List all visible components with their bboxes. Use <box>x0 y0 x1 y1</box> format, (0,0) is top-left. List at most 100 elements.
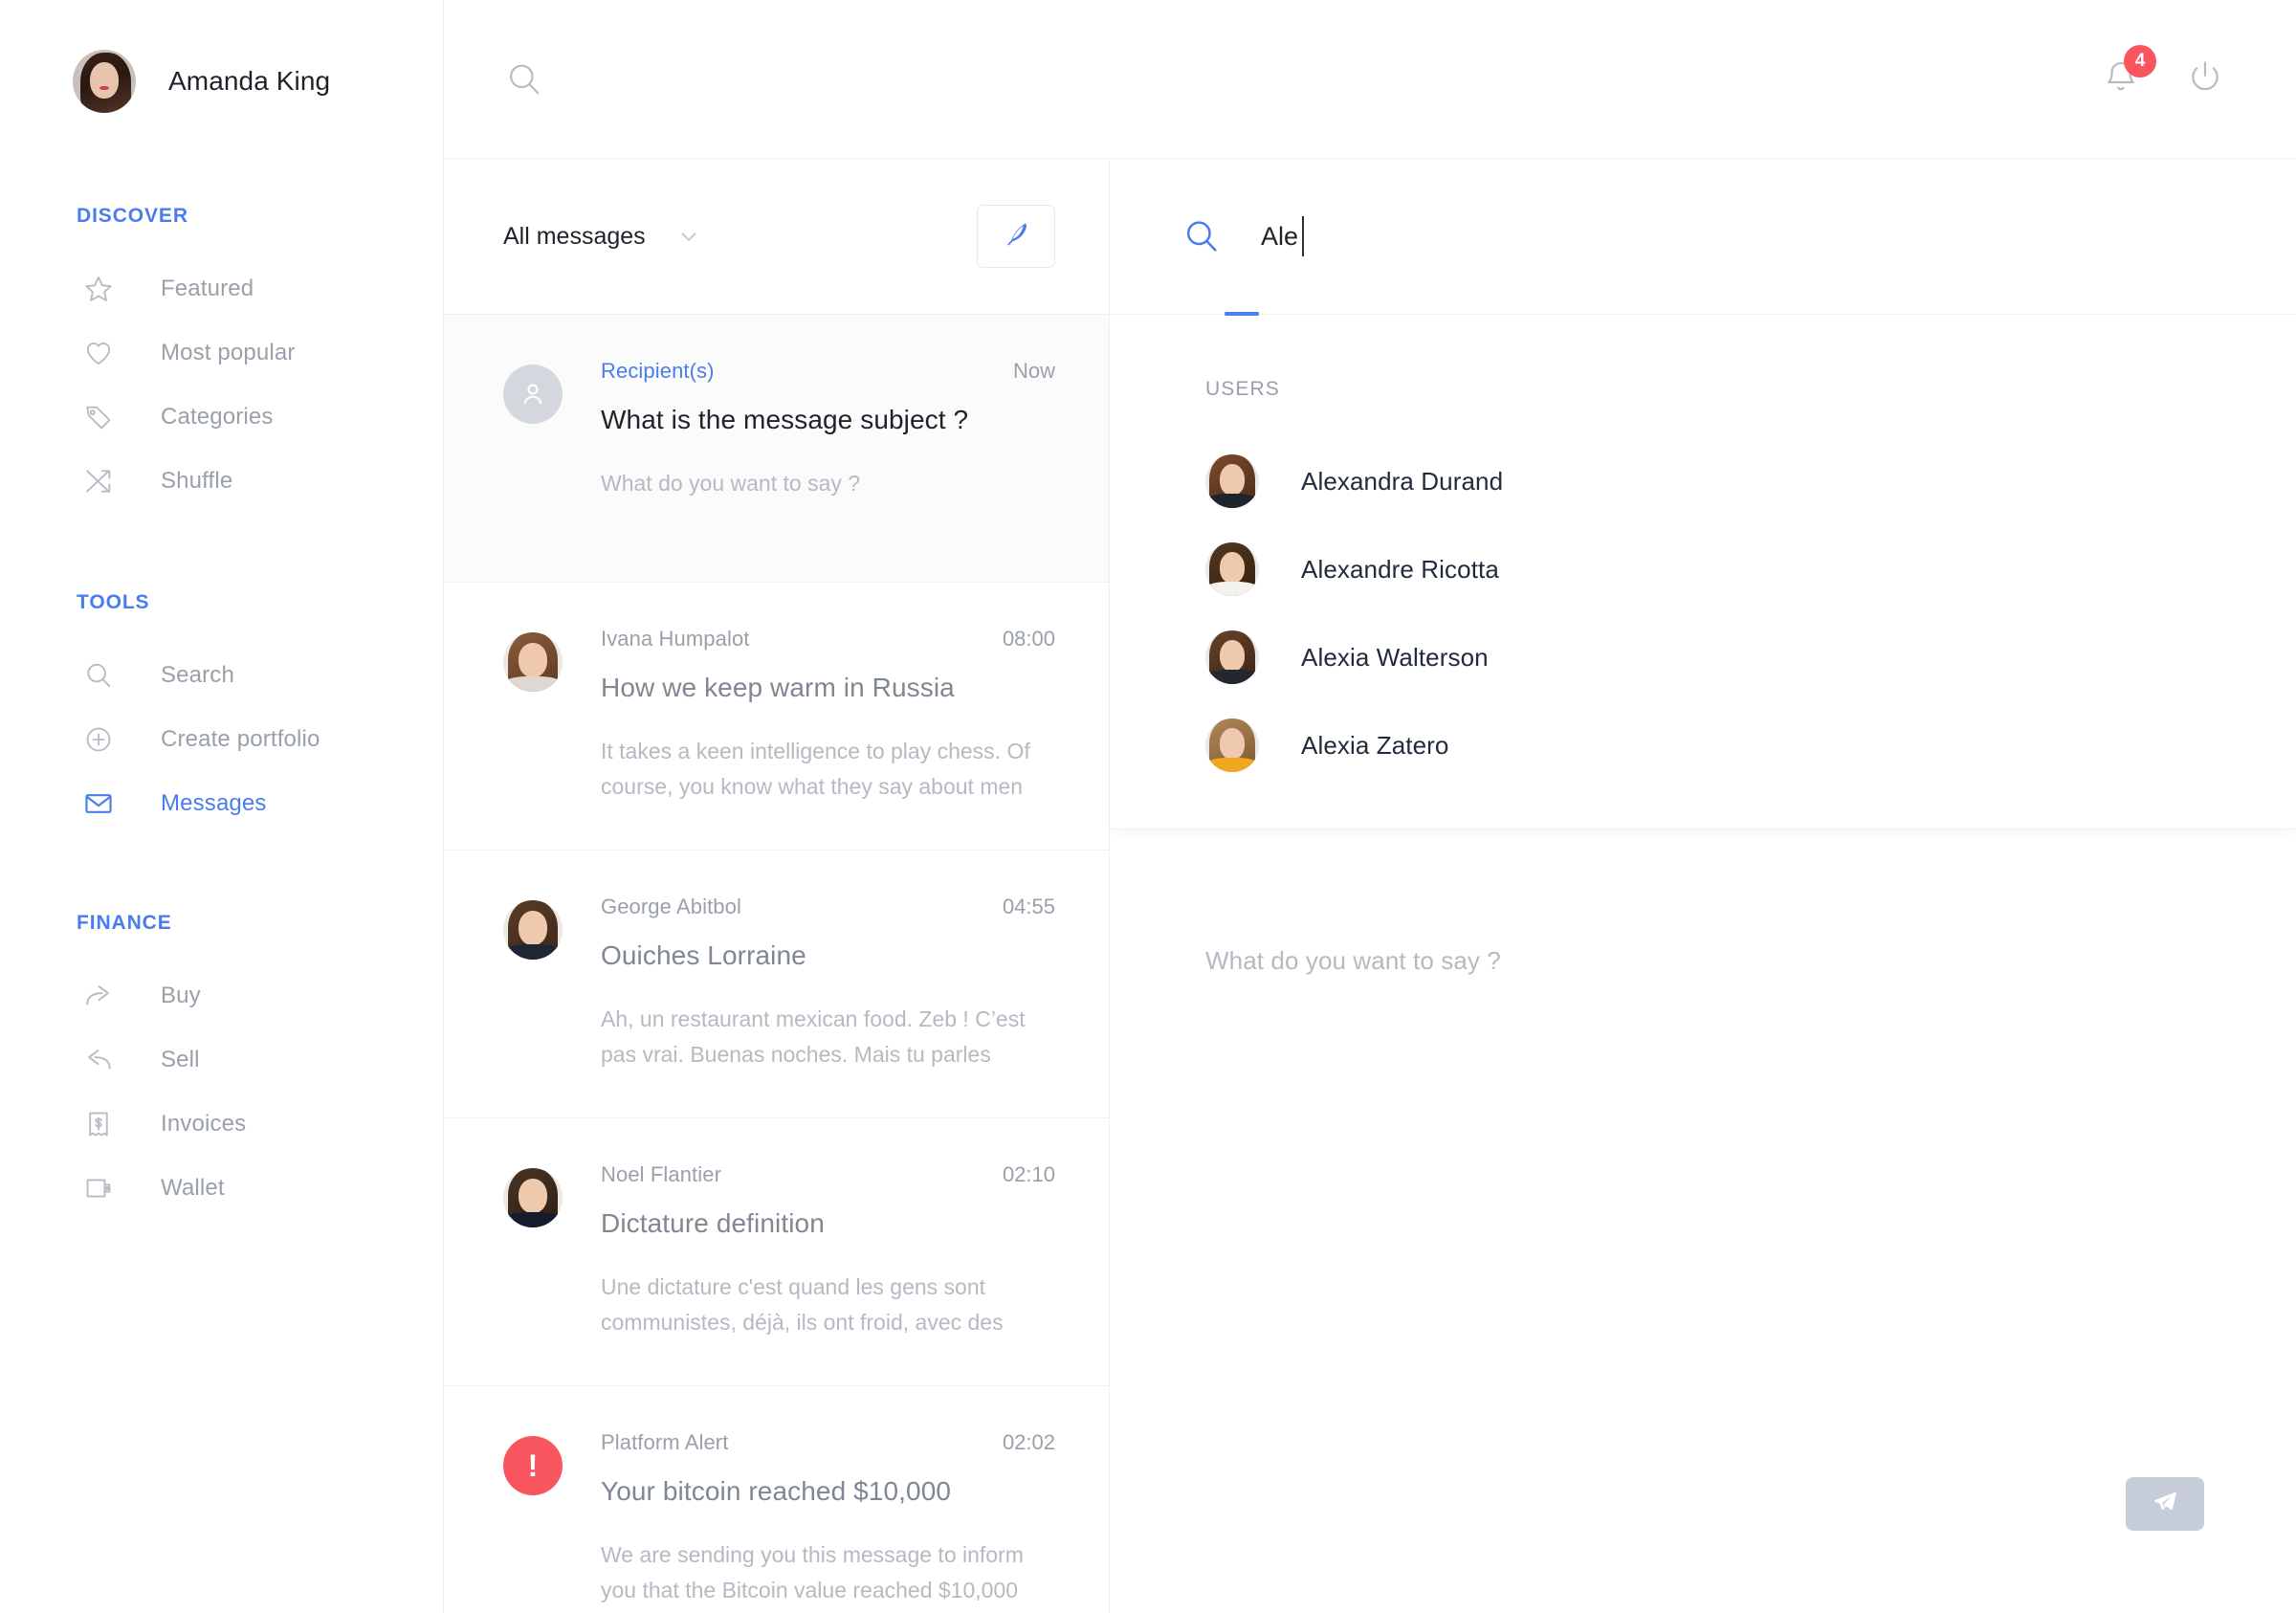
heart-icon <box>80 335 117 371</box>
search-focus-underline <box>1225 312 1259 316</box>
sidebar: Amanda King DISCOVER Featured Most popul… <box>0 0 444 1613</box>
message-body: Recipient(s) Now What is the message sub… <box>601 359 1055 541</box>
search-icon <box>80 657 117 694</box>
send-button[interactable] <box>2126 1477 2204 1531</box>
sidebar-group-discover: DISCOVER Featured Most popular Categorie… <box>0 205 443 513</box>
notifications-button[interactable]: 4 <box>2103 45 2156 99</box>
arrow-forward-icon <box>80 978 117 1014</box>
message-sender: Noel Flantier <box>601 1162 722 1186</box>
sidebar-item-featured[interactable]: Featured <box>0 256 443 320</box>
message-meta: Platform Alert 02:02 <box>601 1430 1055 1455</box>
message-meta: George Abitbol 04:55 <box>601 895 1055 919</box>
message-subject: Dictature definition <box>601 1208 825 1238</box>
message-subject: How we keep warm in Russia <box>601 673 955 702</box>
message-subject: Ouiches Lorraine <box>601 940 806 970</box>
message-body: Ivana Humpalot 08:00 How we keep warm in… <box>601 627 1055 809</box>
message-preview: What do you want to say ? <box>601 471 861 496</box>
recipient-search-input[interactable]: Ale <box>1261 216 1305 256</box>
message-body: George Abitbol 04:55 Ouiches Lorraine Ah… <box>601 895 1055 1077</box>
content-area: All messages Recipient(s) Now What is th… <box>444 159 2296 1613</box>
sidebar-item-label: Buy <box>161 982 201 1008</box>
message-body: Platform Alert 02:02 Your bitcoin reache… <box>601 1430 1055 1613</box>
message-list-item[interactable]: Recipient(s) Now What is the message sub… <box>444 315 1109 583</box>
message-time: 08:00 <box>1002 627 1055 651</box>
compose-message-button[interactable] <box>977 205 1055 268</box>
sidebar-item-label: Most popular <box>161 339 296 365</box>
sidebar-group-title: TOOLS <box>77 591 150 613</box>
sidebar-group-tools: TOOLS Search Create portfolio Messages <box>0 591 443 835</box>
global-search-button[interactable] <box>505 55 543 103</box>
bell-icon <box>2103 61 2139 99</box>
message-list-item[interactable]: Noel Flantier 02:10 Dictature definition… <box>444 1118 1109 1386</box>
message-list-header: All messages <box>444 159 1109 315</box>
message-list-item[interactable]: George Abitbol 04:55 Ouiches Lorraine Ah… <box>444 851 1109 1118</box>
sidebar-group-title: DISCOVER <box>77 205 188 227</box>
messages-filter-dropdown[interactable]: All messages <box>503 223 701 251</box>
user-suggestion-item[interactable]: Alexandra Durand <box>1205 437 2296 525</box>
tag-icon <box>80 399 117 435</box>
message-sender: Recipient(s) <box>601 359 715 383</box>
avatar <box>503 1168 563 1227</box>
sidebar-item-label: Create portfolio <box>161 725 320 752</box>
user-suggestion-item[interactable]: Alexandre Ricotta <box>1205 525 2296 613</box>
search-icon <box>1182 217 1221 255</box>
profile-name: Amanda King <box>168 66 331 96</box>
sidebar-item-categories[interactable]: Categories <box>0 385 443 449</box>
message-sender: Ivana Humpalot <box>601 627 750 651</box>
avatar <box>503 900 563 960</box>
avatar <box>1205 630 1259 684</box>
user-suggestion-item[interactable]: Alexia Walterson <box>1205 613 2296 701</box>
power-icon <box>2187 61 2223 99</box>
user-suggestions-dropdown: USERS Alexandra Durand Alexandre Ricotta… <box>1110 315 2296 829</box>
avatar <box>1205 542 1259 596</box>
compose-column: Ale USERS Alexandra Durand Alexandre Ric… <box>1110 159 2296 1613</box>
sidebar-item-label: Search <box>161 661 234 688</box>
app-root: Amanda King DISCOVER Featured Most popul… <box>0 0 2296 1613</box>
top-bar-actions: 4 <box>2103 45 2242 99</box>
message-meta: Noel Flantier 02:10 <box>601 1162 1055 1187</box>
message-meta: Ivana Humpalot 08:00 <box>601 627 1055 652</box>
sidebar-item-label: Invoices <box>161 1110 247 1137</box>
sidebar-item-messages[interactable]: Messages <box>0 771 443 835</box>
user-suggestion-name: Alexandre Ricotta <box>1301 554 1499 584</box>
message-time: 04:55 <box>1002 895 1055 918</box>
sidebar-item-create-portfolio[interactable]: Create portfolio <box>0 707 443 771</box>
shuffle-icon <box>80 463 117 499</box>
message-subject: What is the message subject ? <box>601 405 969 434</box>
top-bar: 4 <box>444 0 2296 159</box>
message-compose-area[interactable]: What do you want to say ? <box>1110 829 2296 1613</box>
chevron-down-icon <box>676 224 701 249</box>
alert-icon: ! <box>503 1436 563 1495</box>
sidebar-item-buy[interactable]: Buy <box>0 963 443 1027</box>
sidebar-item-label: Messages <box>161 789 267 816</box>
sidebar-item-sell[interactable]: Sell <box>0 1027 443 1092</box>
feather-icon <box>1002 220 1030 254</box>
message-time: 02:10 <box>1002 1162 1055 1186</box>
message-preview: Ah, un restaurant mexican food. Zeb ! C’… <box>601 1006 1026 1068</box>
envelope-icon <box>80 785 117 822</box>
text-caret <box>1302 216 1305 256</box>
message-list-item[interactable]: Ivana Humpalot 08:00 How we keep warm in… <box>444 583 1109 851</box>
recipient-search-bar[interactable]: Ale <box>1110 159 2296 316</box>
sidebar-item-shuffle[interactable]: Shuffle <box>0 449 443 513</box>
recipient-search-value: Ale <box>1261 221 1299 251</box>
user-suggestion-name: Alexia Walterson <box>1301 642 1489 672</box>
avatar <box>73 50 136 113</box>
sidebar-item-label: Featured <box>161 275 254 301</box>
sidebar-item-label: Shuffle <box>161 467 233 494</box>
sidebar-item-label: Categories <box>161 403 274 430</box>
star-icon <box>80 271 117 307</box>
message-list-item[interactable]: ! Platform Alert 02:02 Your bitcoin reac… <box>444 1386 1109 1613</box>
sidebar-item-wallet[interactable]: Wallet <box>0 1156 443 1220</box>
sidebar-item-search[interactable]: Search <box>0 643 443 707</box>
user-suggestion-item[interactable]: Alexia Zatero <box>1205 701 2296 789</box>
message-preview: It takes a keen intelligence to play che… <box>601 739 1030 800</box>
paper-plane-icon <box>2152 1489 2178 1520</box>
wallet-icon <box>80 1170 117 1206</box>
sidebar-item-most-popular[interactable]: Most popular <box>0 320 443 385</box>
sidebar-item-invoices[interactable]: Invoices <box>0 1092 443 1156</box>
power-button[interactable] <box>2187 58 2223 99</box>
message-meta: Recipient(s) Now <box>601 359 1055 384</box>
notification-badge: 4 <box>2124 45 2156 77</box>
profile-block[interactable]: Amanda King <box>0 0 443 113</box>
